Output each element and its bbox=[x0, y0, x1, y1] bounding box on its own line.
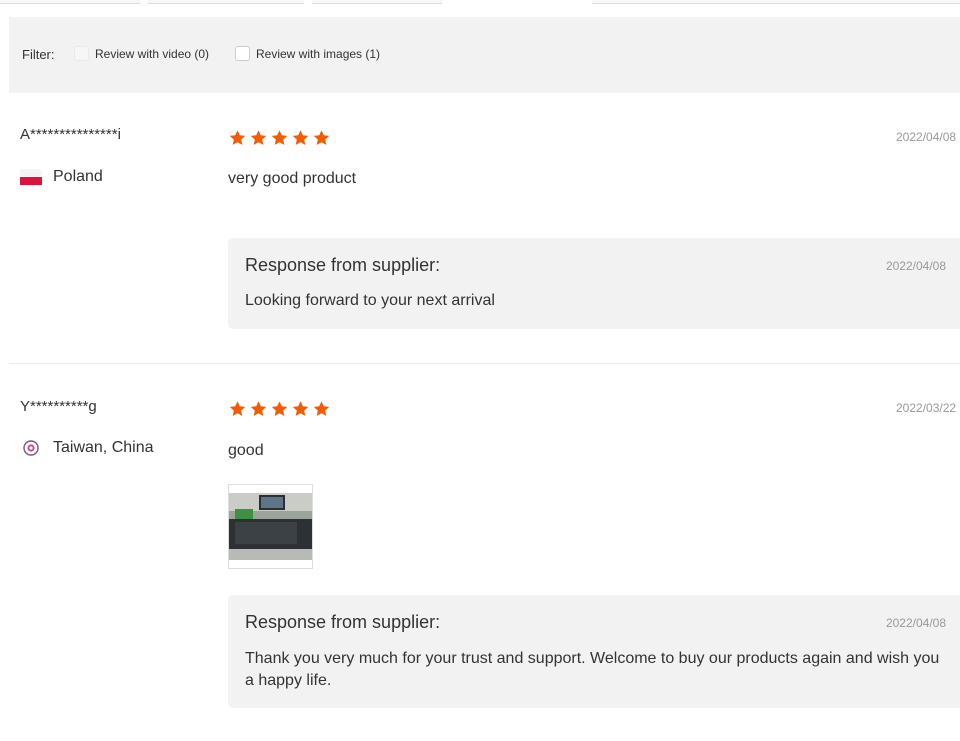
tab-strip bbox=[0, 0, 960, 4]
supplier-response-date: 2022/04/08 bbox=[885, 259, 946, 273]
filter-video-checkbox[interactable]: Review with video (0) bbox=[74, 46, 209, 61]
review-text: very good product bbox=[228, 170, 357, 187]
review-photo-thumbnail[interactable] bbox=[228, 484, 313, 569]
filter-label: Filter: bbox=[22, 47, 55, 62]
review-date: 2022/04/08 bbox=[896, 130, 957, 144]
review-date: 2022/03/22 bbox=[896, 401, 957, 415]
country-name: Poland bbox=[53, 168, 103, 185]
buyer-name: A***************i bbox=[20, 126, 121, 143]
buyer-name: Y**********g bbox=[20, 398, 97, 415]
supplier-response-text: Looking forward to your next arrival bbox=[245, 292, 495, 309]
supplier-response: Response from supplier: 2022/04/08 Looki… bbox=[228, 238, 960, 329]
star-icon bbox=[271, 401, 288, 416]
supplier-response-title: Response from supplier: bbox=[245, 255, 441, 275]
supplier-response: Response from supplier: 2022/04/08 Thank… bbox=[228, 595, 960, 708]
tab[interactable] bbox=[0, 0, 140, 4]
star-icon bbox=[292, 401, 309, 416]
review-item: Y**********g Taiwan, China 2022/03/22 go… bbox=[9, 364, 960, 741]
star-icon bbox=[271, 130, 288, 145]
tab[interactable] bbox=[312, 0, 442, 4]
review-text: good bbox=[228, 442, 264, 459]
star-icon bbox=[250, 130, 267, 145]
review-item: A***************i Poland 2022/04/08 very… bbox=[9, 93, 960, 364]
star-icon bbox=[229, 401, 246, 416]
buyer-country: Poland bbox=[20, 168, 103, 186]
star-icon bbox=[292, 130, 309, 145]
supplier-response-date: 2022/04/08 bbox=[885, 616, 946, 630]
checkbox[interactable] bbox=[235, 46, 250, 61]
star-icon bbox=[250, 401, 267, 416]
star-icon bbox=[313, 401, 330, 416]
star-icon bbox=[313, 130, 330, 145]
filter-images-label: Review with images (1) bbox=[256, 46, 381, 61]
tab[interactable] bbox=[148, 0, 304, 4]
star-rating bbox=[228, 129, 331, 147]
buyer-country: Taiwan, China bbox=[20, 439, 154, 457]
review-photo bbox=[229, 493, 312, 560]
checkbox[interactable] bbox=[74, 46, 89, 61]
filter-video-label: Review with video (0) bbox=[95, 46, 210, 61]
star-icon bbox=[229, 130, 246, 145]
filter-bar: Filter: Review with video (0) Review wit… bbox=[9, 17, 960, 93]
poland-flag-icon bbox=[20, 169, 42, 185]
tab[interactable] bbox=[592, 0, 960, 4]
supplier-response-text: Thank you very much for your trust and s… bbox=[245, 650, 940, 689]
star-rating bbox=[228, 400, 331, 418]
country-name: Taiwan, China bbox=[53, 439, 154, 456]
supplier-response-title: Response from supplier: bbox=[245, 612, 441, 632]
filter-images-checkbox[interactable]: Review with images (1) bbox=[235, 46, 380, 61]
taiwan-flag-icon bbox=[20, 440, 42, 456]
